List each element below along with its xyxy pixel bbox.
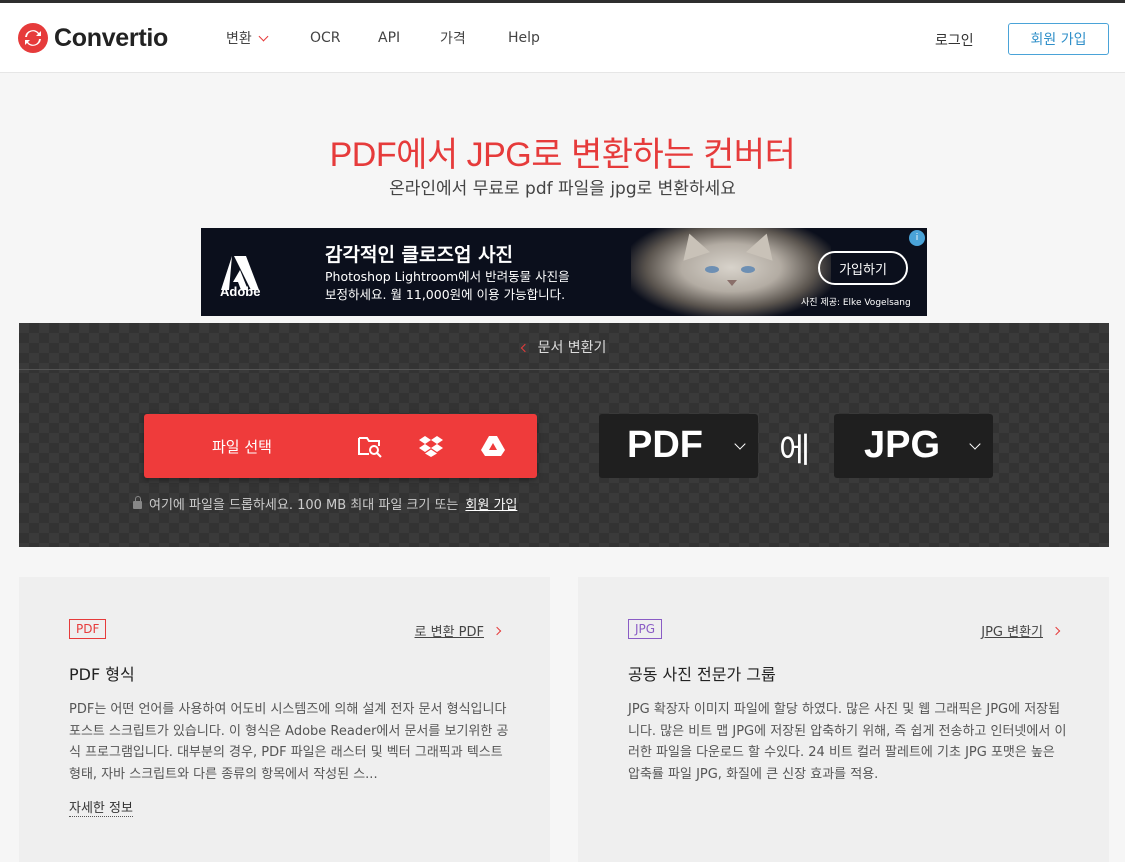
- login-link[interactable]: 로그인: [935, 30, 974, 50]
- target-format-select[interactable]: JPG: [834, 414, 993, 478]
- ad-info-icon[interactable]: i: [909, 230, 925, 246]
- to-word: 에: [779, 431, 811, 471]
- chevron-right-icon: [1051, 626, 1061, 635]
- jpg-format-tag: JPG: [628, 619, 663, 639]
- ad-body-line2: 보정하세요. 월 11,000원에 이용 가능합니다.: [325, 287, 566, 302]
- chevron-left-icon: [520, 343, 529, 353]
- folder-search-icon[interactable]: [357, 434, 383, 458]
- chevron-right-icon: [492, 626, 502, 635]
- jpg-card-body: JPG 확장자 이미지 파일에 할당 하였다. 많은 사진 및 웹 그래픽은 J…: [628, 702, 1067, 782]
- drop-note-text: 여기에 파일을 드롭하세요. 100 MB 최대 파일 크기 또는: [149, 498, 459, 513]
- page-subtitle: 온라인에서 무료로 pdf 파일을 jpg로 변환하세요: [389, 179, 736, 199]
- nav-pricing[interactable]: 가격: [440, 28, 508, 48]
- main-nav: 변환 OCR API 가격 Help: [226, 28, 540, 48]
- nav-convert-label: 변환: [226, 31, 252, 47]
- google-drive-icon[interactable]: [480, 434, 506, 458]
- jpg-converter-link[interactable]: JPG 변환기: [981, 621, 1061, 640]
- convertio-logo-icon: [18, 23, 48, 53]
- logo-text: Convertio: [54, 23, 168, 52]
- chevron-down-icon: [734, 438, 746, 450]
- site-header: Convertio 변환 OCR API 가격 Help 로그인 회원 가입: [0, 3, 1125, 73]
- dropbox-icon[interactable]: [418, 434, 444, 458]
- converter-topbar: 문서 변환기: [19, 323, 1109, 370]
- pdf-more-info-link[interactable]: 자세한 정보: [69, 797, 133, 817]
- ad-credit: 사진 제공: Elke Vogelsang: [801, 298, 911, 308]
- nav-api[interactable]: API: [378, 28, 440, 48]
- drop-note: 여기에 파일을 드롭하세요. 100 MB 최대 파일 크기 또는 회원 가입: [133, 494, 517, 513]
- logo[interactable]: Convertio: [18, 23, 168, 53]
- chevron-down-icon: [969, 438, 981, 450]
- converter-panel: 문서 변환기 파일 선택 여기에 파일을 드롭하세요. 100 MB 최대 파일…: [19, 323, 1109, 547]
- drop-note-signup-link[interactable]: 회원 가입: [465, 494, 517, 513]
- pdf-card-title: PDF 형식: [69, 665, 135, 684]
- page-title: PDF에서 JPG로 변환하는 컨버터: [329, 136, 796, 174]
- back-to-document-converter[interactable]: 문서 변환기: [19, 337, 1109, 357]
- ad-brand: Adobe: [220, 284, 261, 299]
- target-format-label: JPG: [864, 424, 941, 466]
- source-format-select[interactable]: PDF: [599, 414, 758, 478]
- back-label: 문서 변환기: [537, 340, 607, 356]
- jpg-converter-link-label: JPG 변환기: [981, 625, 1043, 640]
- jpg-card-title: 공동 사진 전문가 그룹: [628, 665, 776, 684]
- lock-icon: [133, 496, 142, 509]
- ad-body: Photoshop Lightroom에서 반려동물 사진을 보정하세요. 월 …: [325, 268, 625, 304]
- pdf-info-card: PDF 로 변환 PDF PDF 형식 PDF는 어떤 언어를 사용하여 어도비…: [19, 577, 550, 862]
- ad-cta-button[interactable]: 가입하기: [818, 251, 908, 285]
- nav-ocr[interactable]: OCR: [310, 28, 378, 48]
- choose-files-button[interactable]: 파일 선택: [144, 414, 537, 478]
- nav-convert[interactable]: 변환: [226, 28, 310, 48]
- jpg-info-card: JPG JPG 변환기 공동 사진 전문가 그룹 JPG 확장자 이미지 파일에…: [578, 577, 1109, 862]
- choose-files-label: 파일 선택: [212, 438, 272, 456]
- ad-headline: 감각적인 클로즈업 사진: [325, 244, 514, 266]
- pdf-card-body: PDF는 어떤 언어를 사용하여 어도비 시스템즈에 의해 설계 전자 문서 형…: [69, 702, 509, 782]
- nav-help[interactable]: Help: [508, 28, 540, 48]
- pdf-convert-link-label: 로 변환 PDF: [414, 625, 484, 640]
- chevron-down-icon: [258, 31, 269, 41]
- signup-button[interactable]: 회원 가입: [1008, 23, 1109, 55]
- ad-body-line1: Photoshop Lightroom에서 반려동물 사진을: [325, 269, 570, 284]
- pdf-format-tag: PDF: [69, 619, 107, 639]
- pdf-convert-link[interactable]: 로 변환 PDF: [414, 621, 502, 640]
- source-format-label: PDF: [627, 424, 703, 466]
- ad-banner[interactable]: Adobe 감각적인 클로즈업 사진 Photoshop Lightroom에서…: [201, 228, 927, 316]
